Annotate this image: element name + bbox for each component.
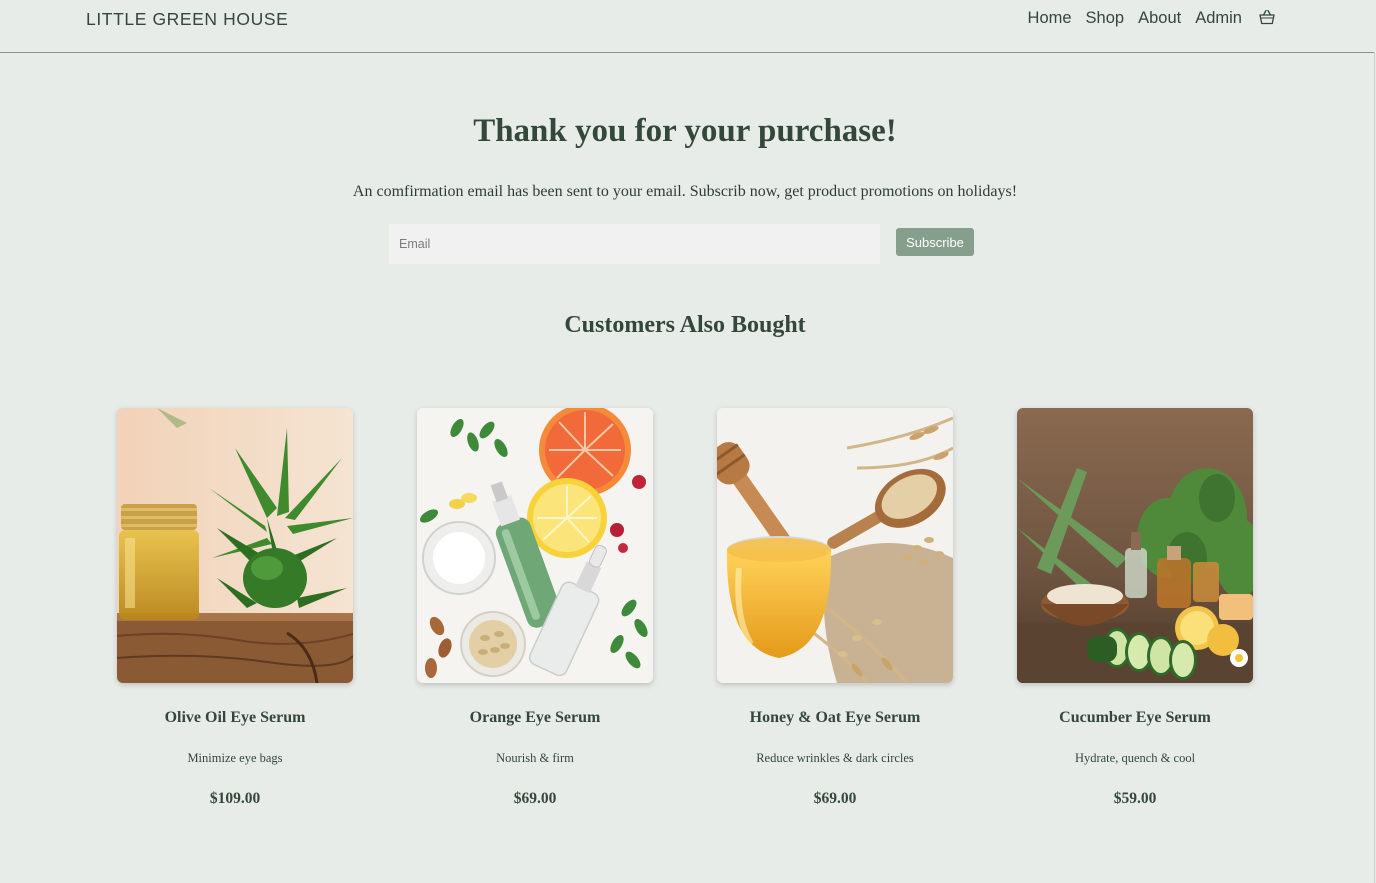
product-image-olive-oil[interactable] [117,408,353,683]
page-edge-divider [1374,52,1375,883]
product-card-cucumber[interactable]: Cucumber Eye Serum Hydrate, quench & coo… [1017,408,1253,807]
top-navbar: LITTLE GREEN HOUSE Home Shop About Admin [0,0,1374,53]
confirmation-message: An comfirmation email has been sent to y… [352,183,1018,200]
product-image-cucumber[interactable] [1017,408,1253,683]
basket-icon[interactable] [1258,8,1276,26]
product-card-honey-oat[interactable]: Honey & Oat Eye Serum Reduce wrinkles & … [717,408,953,807]
product-description: Hydrate, quench & cool [1074,751,1196,765]
recommendations-title: Customers Also Bought [564,312,806,338]
product-price: $69.00 [813,790,857,807]
product-name[interactable]: Orange Eye Serum [377,709,693,727]
product-name[interactable]: Cucumber Eye Serum [977,709,1293,727]
product-description: Nourish & firm [496,751,574,765]
product-card-olive-oil[interactable]: Olive Oil Eye Serum Minimize eye bags $1… [117,408,353,807]
email-input[interactable] [389,224,880,264]
product-image-honey-oat[interactable] [717,408,953,683]
nav-admin-link[interactable]: Admin [1195,9,1242,28]
product-name[interactable]: Honey & Oat Eye Serum [677,709,993,727]
product-price: $59.00 [1113,790,1157,807]
product-image-orange[interactable] [417,408,653,683]
product-price: $109.00 [209,790,261,807]
subscribe-button[interactable]: Subscribe [896,228,974,256]
product-card-orange[interactable]: Orange Eye Serum Nourish & firm $69.00 [417,408,653,807]
product-price: $69.00 [513,790,557,807]
brand-logo[interactable]: LITTLE GREEN HOUSE [86,9,288,30]
page-title: Thank you for your purchase! [473,113,897,149]
nav-links: Home Shop About Admin [1014,9,1276,28]
nav-about-link[interactable]: About [1138,9,1181,28]
product-name[interactable]: Olive Oil Eye Serum [77,709,393,727]
nav-shop-link[interactable]: Shop [1086,9,1125,28]
product-description: Reduce wrinkles & dark circles [756,751,914,765]
product-description: Minimize eye bags [187,751,283,765]
nav-home-link[interactable]: Home [1028,9,1072,28]
